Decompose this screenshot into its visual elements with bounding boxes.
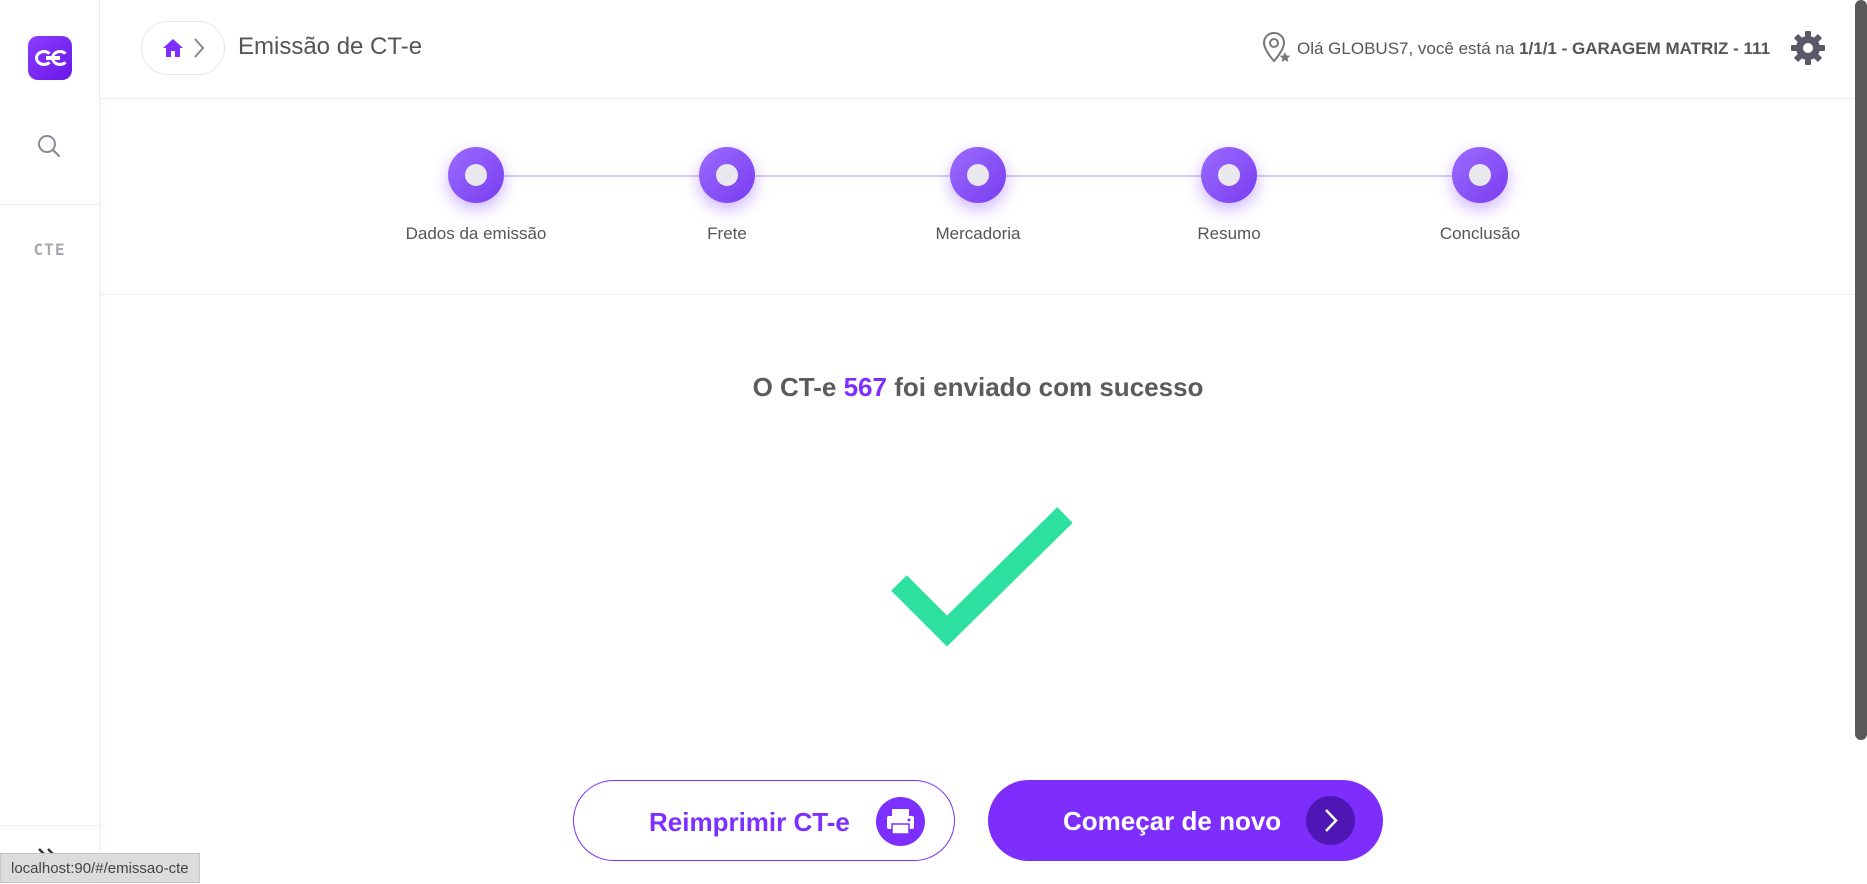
cte-number: 567 [843, 372, 887, 402]
step-5-indicator[interactable] [1452, 147, 1508, 203]
step-4-label: Resumo [1197, 224, 1261, 243]
step-3-indicator[interactable] [950, 147, 1006, 203]
sidebar-divider [0, 825, 99, 826]
step-connector [503, 175, 726, 177]
step-connector [754, 175, 977, 177]
breadcrumb [141, 21, 225, 75]
success-message: O CT-e 567 foi enviado com sucesso [0, 372, 1867, 403]
sidebar: CTE [0, 0, 100, 883]
location-icon [1261, 30, 1293, 71]
sidebar-item-cte[interactable]: CTE [0, 240, 99, 259]
step-4-indicator[interactable] [1201, 147, 1257, 203]
step-1-label: Dados da emissão [405, 224, 547, 243]
arrow-right-icon [1306, 796, 1355, 845]
reprint-cte-button[interactable]: Reimprimir CT-e [573, 780, 955, 861]
greeting-text: Olá GLOBUS7, você está na [1297, 39, 1520, 58]
step-5-label: Conclusão [1439, 224, 1521, 243]
message-suffix: foi enviado com sucesso [886, 372, 1204, 402]
start-over-label: Começar de novo [1063, 806, 1282, 836]
top-header: Emissão de CT-e Olá GLOBUS7, você está n… [100, 0, 1867, 99]
greeting-location: 1/1/1 - GARAGEM MATRIZ - 111 [1519, 39, 1771, 58]
app-logo[interactable] [28, 36, 72, 80]
step-2-label: Frete [707, 224, 747, 243]
logo-ring-right [51, 50, 69, 66]
step-1-indicator[interactable] [448, 147, 504, 203]
step-3-label: Mercadoria [935, 224, 1021, 243]
page-title: Emissão de CT-e [238, 33, 423, 60]
message-prefix: O CT-e [752, 372, 844, 402]
gear-icon[interactable] [1790, 30, 1826, 71]
scrollbar[interactable] [1855, 0, 1867, 740]
status-url: localhost:90/#/emissao-cte [0, 853, 200, 883]
reprint-label: Reimprimir CT-e [649, 807, 850, 837]
step-2-indicator[interactable] [699, 147, 755, 203]
step-connector [1256, 175, 1479, 177]
user-greeting: Olá GLOBUS7, você está na 1/1/1 - GARAGE… [1297, 39, 1770, 59]
check-icon [885, 505, 1075, 655]
search-icon[interactable] [36, 133, 62, 159]
step-connector [1005, 175, 1228, 177]
start-over-button[interactable]: Começar de novo [988, 780, 1383, 861]
home-icon[interactable] [162, 37, 184, 64]
sidebar-divider [0, 204, 99, 205]
printer-icon [876, 797, 925, 846]
chevron-right-icon [192, 36, 206, 66]
